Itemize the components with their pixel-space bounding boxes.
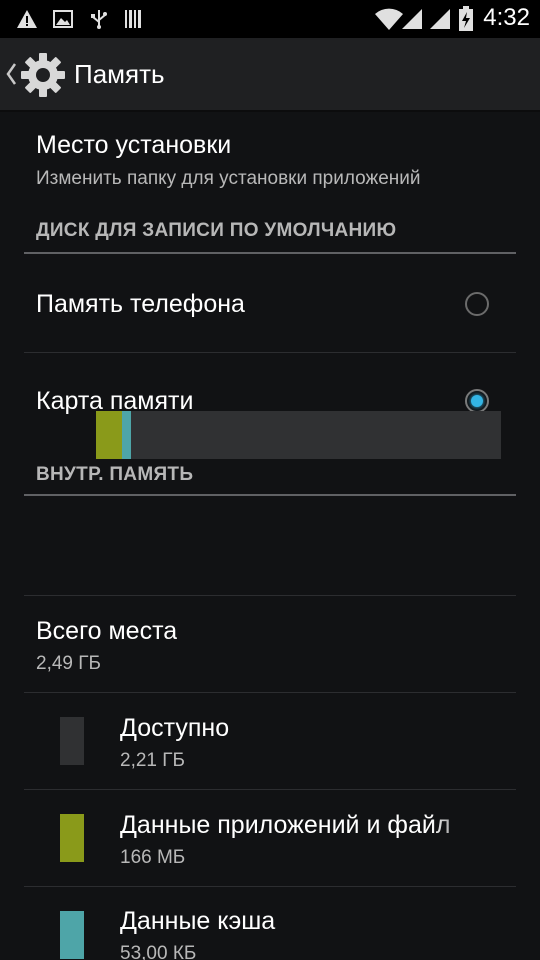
color-swatch-cache xyxy=(60,911,84,959)
install-location-item[interactable]: Место установки Изменить папку для устан… xyxy=(0,112,540,212)
action-bar[interactable]: Память xyxy=(0,38,540,112)
section-divider xyxy=(24,252,516,254)
section-header-internal-memory: ВНУТР. ПАМЯТЬ xyxy=(36,464,194,485)
storage-item-title: Данные кэша xyxy=(120,907,276,935)
page-title: Память xyxy=(74,59,165,89)
barcode-icon xyxy=(125,10,141,28)
storage-item-title: Данные приложений и файл xyxy=(120,811,451,839)
status-bar: 4:32 xyxy=(0,0,540,38)
install-location-title: Место установки xyxy=(36,131,232,159)
total-space-item: Всего места 2,49 ГБ xyxy=(0,596,540,692)
back-chevron-icon[interactable] xyxy=(4,60,18,88)
usage-segment-apps xyxy=(96,411,123,459)
warning-icon xyxy=(17,10,37,28)
signal-icon xyxy=(402,9,422,29)
radio-option-phone-memory[interactable]: Память телефона xyxy=(0,256,540,352)
section-header-default-disk: ДИСК ДЛЯ ЗАПИСИ ПО УМОЛЧАНИЮ xyxy=(36,220,397,241)
install-location-summary: Изменить папку для установки приложений xyxy=(36,168,421,189)
storage-item-value: 53,00 КБ xyxy=(120,943,197,960)
clock: 4:32 xyxy=(483,4,530,31)
total-space-value: 2,49 ГБ xyxy=(36,653,102,674)
wifi-icon xyxy=(375,8,403,30)
radio-button-memory-card[interactable] xyxy=(465,389,489,413)
storage-item-cache[interactable]: Данные кэша 53,00 КБ xyxy=(0,887,540,960)
usb-icon xyxy=(91,10,107,29)
color-swatch-apps xyxy=(60,814,84,862)
storage-item-value: 166 МБ xyxy=(120,847,186,868)
signal-icon xyxy=(430,9,450,29)
radio-button-phone-memory[interactable] xyxy=(465,292,489,316)
storage-item-title: Доступно xyxy=(120,714,230,742)
storage-item-available[interactable]: Доступно 2,21 ГБ xyxy=(0,693,540,789)
section-divider xyxy=(24,494,516,496)
gear-icon[interactable] xyxy=(20,52,66,98)
total-space-title: Всего места xyxy=(36,617,178,645)
radio-option-label: Память телефона xyxy=(36,290,245,318)
storage-usage-bar xyxy=(96,411,501,459)
image-icon xyxy=(53,10,73,28)
battery-charging-icon xyxy=(459,6,473,31)
storage-item-value: 2,21 ГБ xyxy=(120,750,186,771)
color-swatch-available xyxy=(60,717,84,765)
storage-item-app-data[interactable]: Данные приложений и файл 166 МБ xyxy=(0,790,540,886)
usage-segment-cache xyxy=(122,411,131,459)
